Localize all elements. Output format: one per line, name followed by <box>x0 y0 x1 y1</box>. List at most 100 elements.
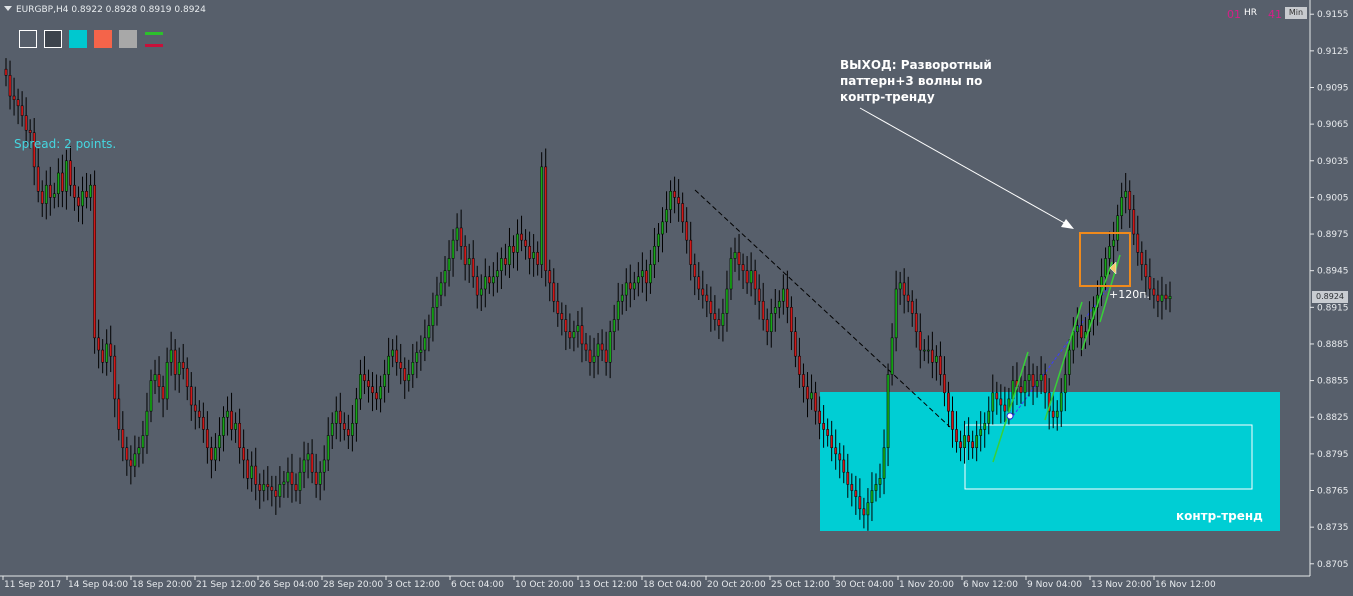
candle-body <box>991 392 995 412</box>
candle-body <box>806 386 809 400</box>
candle-body <box>653 246 656 265</box>
candle-body <box>580 325 584 345</box>
top-right-left-digits: 01 <box>1227 8 1241 21</box>
candle-body <box>1063 374 1067 394</box>
candle-body <box>850 484 854 491</box>
price-tick-label: 0.8915 <box>1317 303 1349 313</box>
candle-body <box>77 197 80 207</box>
green-red-lines-icon[interactable] <box>145 31 163 49</box>
time-tick-label: 6 Nov 12:00 <box>963 580 1018 590</box>
candle-body <box>1104 258 1107 278</box>
candle-body <box>137 447 141 455</box>
candle-body <box>713 313 717 320</box>
candle-body <box>963 435 966 449</box>
candle-body <box>947 392 950 412</box>
candle-body <box>596 343 600 357</box>
candle-body <box>399 362 403 369</box>
candle-body <box>363 374 366 381</box>
candle-body <box>97 337 100 351</box>
countertrend-zone-label: контр-тренд <box>1176 509 1263 523</box>
candle-body <box>210 447 213 461</box>
candle-body <box>447 258 451 271</box>
candle-body <box>882 447 886 479</box>
candle-body <box>189 386 193 406</box>
candle-body <box>1136 233 1140 253</box>
price-tick-label: 0.8945 <box>1317 267 1349 277</box>
candle-body <box>673 191 676 198</box>
candle-body <box>689 239 693 265</box>
candle-body <box>1055 410 1059 418</box>
candle-body <box>955 429 958 442</box>
candle-body <box>1140 252 1144 265</box>
chart-header: EURGBP,H4 0.8922 0.8928 0.8919 0.8924 <box>4 5 206 15</box>
candle-body <box>1120 197 1124 216</box>
candle-body <box>745 270 749 284</box>
candle-body <box>48 184 52 198</box>
annotation-line-3: контр-тренду <box>840 90 935 104</box>
candle-body <box>552 282 556 302</box>
time-tick-label: 1 Nov 20:00 <box>899 580 954 590</box>
candle-body <box>206 429 209 449</box>
price-chart[interactable]: 0.9155 0.9125 0.9095 0.9065 0.9035 0.9005 0.89… <box>0 0 1353 596</box>
candle-body <box>395 349 399 363</box>
candle-body <box>604 349 608 363</box>
candle-body <box>250 465 254 479</box>
swatch-dark-frame[interactable] <box>44 30 62 48</box>
candle-body <box>85 191 88 198</box>
candle-body <box>906 294 910 302</box>
candle-body <box>657 233 660 247</box>
collapse-triangle-icon[interactable] <box>4 6 12 11</box>
swatch-coral[interactable] <box>94 30 112 48</box>
time-tick-label: 6 Oct 04:00 <box>451 580 504 590</box>
candle-body <box>1160 294 1164 302</box>
candle-body <box>125 447 129 461</box>
time-tick-label: 16 Nov 12:00 <box>1155 580 1216 590</box>
candle-body <box>540 166 544 265</box>
top-right-right-digits: 41 <box>1268 8 1282 21</box>
swatch-gray[interactable] <box>119 30 137 48</box>
candle-body <box>951 410 954 430</box>
candle-body <box>939 355 942 375</box>
candle-body <box>1124 191 1128 198</box>
candle-body <box>266 484 270 488</box>
candle-body <box>500 258 503 271</box>
candle-body <box>298 471 302 491</box>
candle-body <box>794 331 797 357</box>
candle-body <box>314 471 318 485</box>
candle-body <box>181 362 185 369</box>
candle-body <box>508 246 511 265</box>
candle-body <box>270 486 274 491</box>
candle-body <box>379 386 382 400</box>
candle-body <box>306 453 310 461</box>
candle-body <box>749 270 753 284</box>
candle-body <box>310 453 314 473</box>
chart-header-text: EURGBP,H4 0.8922 0.8928 0.8919 0.8924 <box>16 5 206 15</box>
candle-body <box>407 374 411 381</box>
candle-body <box>979 429 983 436</box>
min-button[interactable]: Min <box>1285 7 1307 19</box>
chart-window[interactable]: 0.9155 0.9125 0.9095 0.9065 0.9035 0.9005 0.89… <box>0 0 1353 596</box>
candle-body <box>153 374 157 381</box>
swatch-cyan[interactable] <box>69 30 87 48</box>
candle-body <box>161 386 165 400</box>
swatch-white-frame[interactable] <box>19 30 37 48</box>
candle-body <box>1156 294 1160 302</box>
candle-body <box>435 294 439 308</box>
candle-body <box>769 313 773 332</box>
candle-body <box>479 288 483 296</box>
candle-body <box>334 410 338 424</box>
candle-body <box>1027 374 1031 381</box>
candle-body <box>741 264 745 271</box>
candle-body <box>222 416 225 436</box>
candle-body <box>1112 239 1115 247</box>
candle-body <box>359 374 362 400</box>
candle-body <box>826 429 830 436</box>
candle-body <box>318 471 322 485</box>
candle-body <box>628 282 632 290</box>
time-tick-label: 13 Oct 12:00 <box>579 580 638 590</box>
candle-body <box>415 352 419 363</box>
candle-body <box>608 331 612 363</box>
exit-annotation: ВЫХОД: Разворотный паттерн+3 волны по ко… <box>840 57 1040 105</box>
candle-body <box>258 484 262 491</box>
candle-body <box>403 368 407 381</box>
